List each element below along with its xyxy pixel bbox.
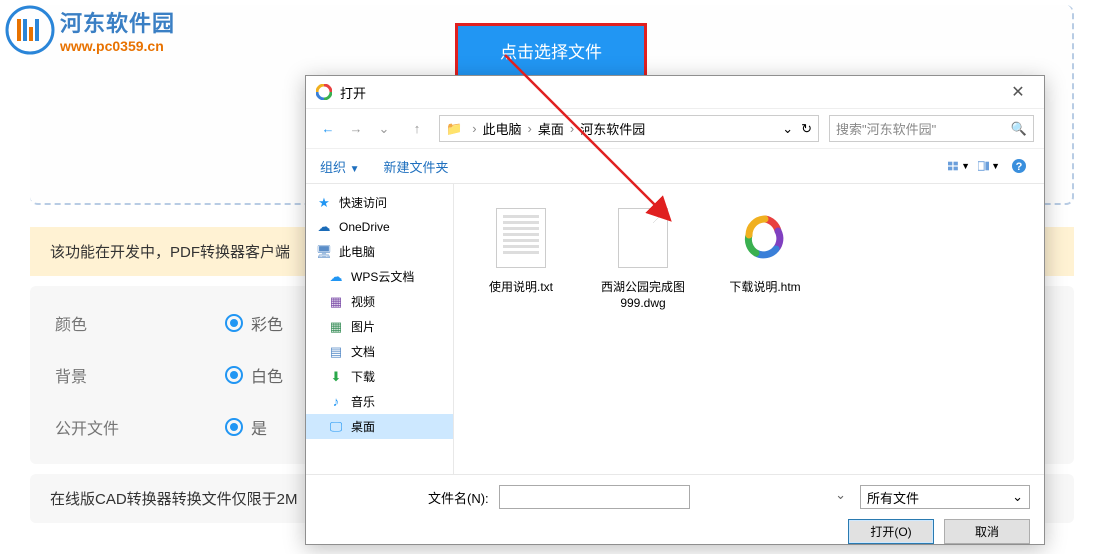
nav-back-button[interactable]: ← [316,117,340,141]
sidebar-documents[interactable]: ▤文档 [306,339,453,364]
dwg-file-icon [611,202,675,274]
select-file-button[interactable]: 点击选择文件 [455,23,647,78]
refresh-icon[interactable]: ↻ [801,121,812,137]
search-icon: 🔍 [1011,121,1027,137]
video-icon: ▦ [328,294,344,310]
filename-label: 文件名(N): [428,488,489,507]
file-type-filter[interactable]: 所有文件⌄ [860,485,1030,509]
bg-label: 背景 [55,363,225,387]
file-open-dialog: 打开 ✕ ← → ⌄ ↑ 📁 › 此电脑 › 桌面 › 河东软件园 ⌄↻ 搜索"… [305,75,1045,545]
sidebar-videos[interactable]: ▦视频 [306,289,453,314]
preview-pane-button[interactable]: ▼ [978,156,1000,176]
dialog-app-icon [316,84,332,100]
file-item-htm[interactable]: 下载说明.htm [720,202,810,296]
star-icon: ★ [316,195,332,211]
breadcrumb-item[interactable]: 此电脑 [483,119,522,138]
close-button[interactable]: ✕ [1002,82,1034,102]
sidebar-downloads[interactable]: ⬇下载 [306,364,453,389]
logo-title: 河东软件园 [60,6,175,38]
bg-radio[interactable]: 白色 [225,363,283,387]
breadcrumb-item[interactable]: 河东软件园 [580,119,645,138]
sidebar-wps[interactable]: ☁WPS云文档 [306,264,453,289]
file-item-dwg[interactable]: 西湖公园完成图999.dwg [598,202,688,311]
dialog-title: 打开 [340,83,1002,102]
sidebar-onedrive[interactable]: ☁OneDrive [306,215,453,239]
download-icon: ⬇ [328,369,344,385]
htm-file-icon [733,202,797,274]
site-logo: 河东软件园 www.pc0359.cn [0,0,180,60]
file-item-txt[interactable]: 使用说明.txt [476,202,566,296]
public-radio[interactable]: 是 [225,415,267,439]
color-radio[interactable]: 彩色 [225,311,283,335]
organize-menu[interactable]: 组织 ▼ [320,157,360,176]
document-icon: ▤ [328,344,344,360]
sidebar-this-pc[interactable]: 🖥此电脑 [306,239,453,264]
search-input[interactable]: 搜索"河东软件园" 🔍 [829,115,1034,142]
sidebar-desktop[interactable]: 🖵桌面 [306,414,453,439]
nav-forward-button[interactable]: → [344,117,368,141]
logo-icon [5,5,55,55]
chevron-down-icon: ⌄ [1012,489,1023,505]
desktop-icon: 🖵 [328,419,344,435]
public-label: 公开文件 [55,415,225,439]
sidebar-quick-access[interactable]: ★快速访问 [306,190,453,215]
nav-up-button[interactable]: ↑ [405,117,429,141]
filename-input[interactable] [499,485,690,509]
breadcrumb-dropdown[interactable]: ⌄ [782,121,793,137]
txt-file-icon [489,202,553,274]
view-mode-button[interactable]: ▼ [948,156,970,176]
color-label: 颜色 [55,311,225,335]
pc-icon: 🖥 [316,244,332,260]
cloud-doc-icon: ☁ [328,269,344,285]
folder-tree: ★快速访问 ☁OneDrive 🖥此电脑 ☁WPS云文档 ▦视频 ▦图片 ▤文档… [306,184,454,474]
sidebar-music[interactable]: ♪音乐 [306,389,453,414]
nav-recent-dropdown[interactable]: ⌄ [372,117,396,141]
logo-url: www.pc0359.cn [60,38,175,54]
breadcrumb[interactable]: 📁 › 此电脑 › 桌面 › 河东软件园 ⌄↻ [439,115,819,142]
new-folder-button[interactable]: 新建文件夹 [384,157,449,176]
music-icon: ♪ [328,394,344,410]
cancel-button[interactable]: 取消 [944,519,1030,544]
sidebar-pictures[interactable]: ▦图片 [306,314,453,339]
file-list[interactable]: 使用说明.txt 西湖公园完成图999.dwg 下载说明.htm [454,184,1044,474]
open-button[interactable]: 打开(O) [848,519,934,544]
help-button[interactable]: ? [1008,156,1030,176]
folder-icon: 📁 [446,121,462,137]
picture-icon: ▦ [328,319,344,335]
breadcrumb-item[interactable]: 桌面 [538,119,564,138]
svg-text:?: ? [1016,161,1023,173]
cloud-icon: ☁ [316,219,332,235]
